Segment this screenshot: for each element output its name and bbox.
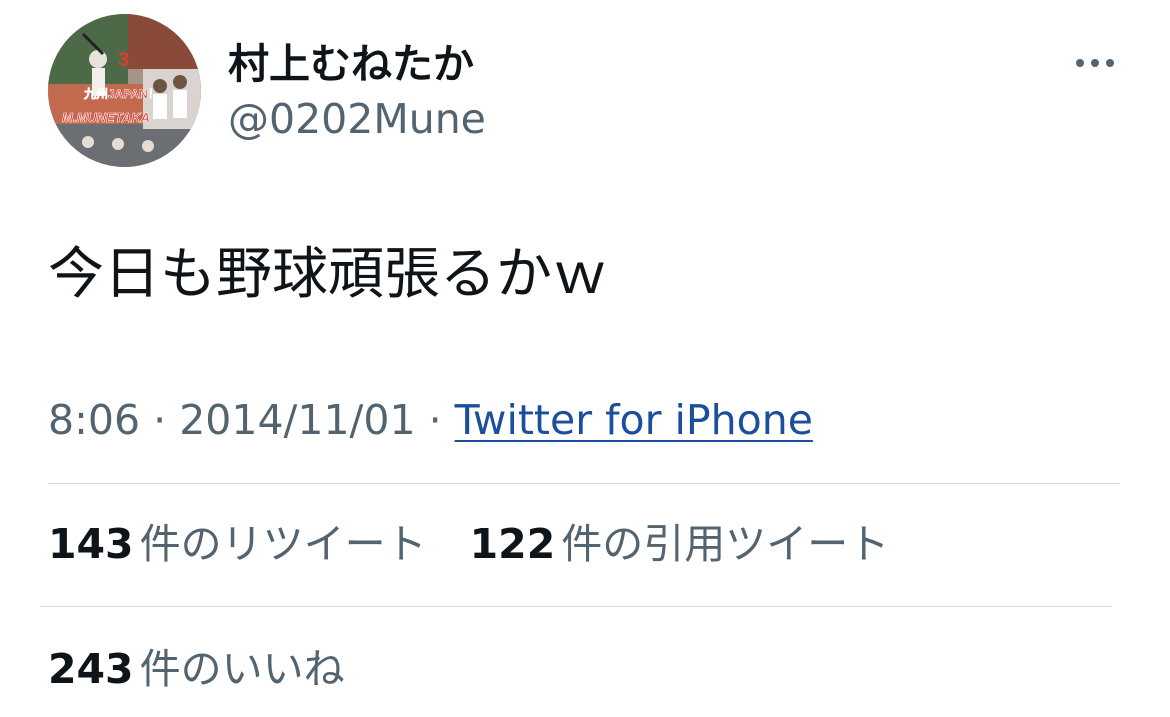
tweet-source-link[interactable]: Twitter for iPhone: [455, 396, 813, 444]
retweet-count: 143: [48, 520, 134, 568]
retweet-label: 件のリツイート: [139, 520, 427, 568]
quotes-stat[interactable]: 122 件の引用ツイート: [470, 518, 890, 570]
stats-row: 143 件のリツイート 122 件の引用ツイート: [48, 518, 919, 570]
avatar-number-text: 3: [118, 49, 129, 71]
tweet-detail-page: 3 九州JAPAN！ M.MUNETAKA 村上むねたか @0202Mune 今…: [0, 0, 1170, 717]
divider: [48, 483, 1120, 484]
like-label: 件のいいね: [139, 645, 345, 693]
like-count: 243: [48, 645, 134, 693]
tweet-meta: 8:06 · 2014/11/01 · Twitter for iPhone: [48, 394, 813, 446]
quote-label: 件の引用ツイート: [561, 520, 890, 568]
avatar-banner-text: 九州JAPAN！: [83, 86, 160, 101]
meta-separator: ·: [153, 396, 167, 444]
more-horizontal-icon-dot: [1106, 59, 1114, 67]
tweet-text: 今日も野球頑張るかｗ: [48, 242, 608, 307]
avatar-photo-collage: 3 九州JAPAN！ M.MUNETAKA: [48, 14, 201, 167]
likes-stat[interactable]: 243 件のいいね: [48, 643, 345, 695]
tweet-date[interactable]: 2014/11/01: [179, 396, 415, 444]
meta-separator: ·: [428, 396, 442, 444]
quote-count: 122: [469, 520, 556, 568]
more-options-button[interactable]: [1070, 48, 1120, 78]
more-horizontal-icon-dot: [1091, 59, 1099, 67]
display-name[interactable]: 村上むねたか: [228, 38, 474, 90]
avatar-name-text: M.MUNETAKA: [62, 110, 150, 125]
divider: [40, 606, 1112, 607]
retweets-stat[interactable]: 143 件のリツイート: [48, 518, 427, 570]
avatar[interactable]: 3 九州JAPAN！ M.MUNETAKA: [48, 14, 201, 167]
likes-row: 243 件のいいね: [48, 643, 375, 695]
user-handle[interactable]: @0202Mune: [228, 94, 486, 144]
more-horizontal-icon: [1076, 59, 1084, 67]
tweet-time[interactable]: 8:06: [48, 396, 140, 444]
